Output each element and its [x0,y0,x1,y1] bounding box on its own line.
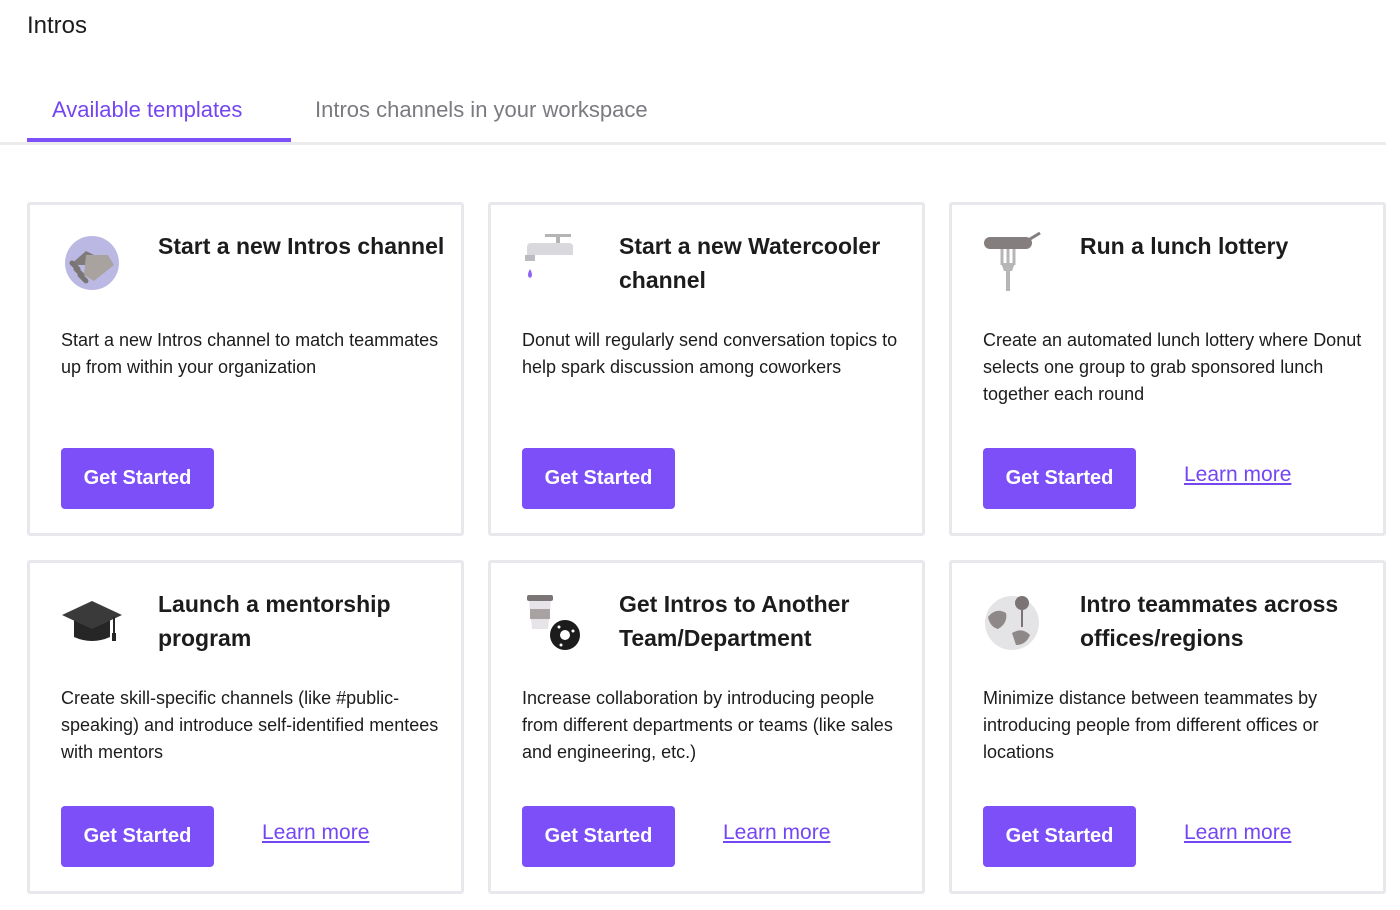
tab-available-templates[interactable]: Available templates [27,88,291,142]
tab-intros-channels[interactable]: Intros channels in your workspace [315,88,648,142]
learn-more-link[interactable]: Learn more [262,821,369,845]
coffee-donut-icon [521,589,585,653]
card-title: Intro teammates across offices/regions [1080,591,1339,651]
page-title: Intros [27,12,88,39]
graduation-cap-icon [60,589,124,653]
get-started-button[interactable]: Get Started [983,448,1136,509]
template-card-another-team: Get Intros to Another Team/Department In… [488,560,925,894]
handshake-icon [60,231,124,295]
card-title: Get Intros to Another Team/Department [619,591,850,651]
get-started-button[interactable]: Get Started [61,806,214,867]
card-description: Create an automated lunch lottery where … [983,330,1362,404]
globe-pin-icon [982,589,1046,653]
learn-more-link[interactable]: Learn more [1184,463,1291,487]
card-title: Run a lunch lottery [1080,233,1289,259]
template-card-intros-channel: Start a new Intros channel Start a new I… [27,202,464,536]
get-started-button[interactable]: Get Started [61,448,214,509]
card-description: Start a new Intros channel to match team… [61,330,439,377]
fork-icon [982,231,1046,295]
card-title: Start a new Watercooler channel [619,233,881,293]
card-title: Launch a mentorship program [158,591,391,651]
card-description: Create skill-specific channels (like #pu… [61,688,439,762]
template-card-watercooler: Start a new Watercooler channel Donut wi… [488,202,925,536]
template-card-lunch-lottery: Run a lunch lottery Create an automated … [949,202,1386,536]
card-title: Start a new Intros channel [158,233,445,259]
template-card-mentorship: Launch a mentorship program Create skill… [27,560,464,894]
faucet-icon [521,231,585,295]
template-card-offices: Intro teammates across offices/regions M… [949,560,1386,894]
get-started-button[interactable]: Get Started [522,806,675,867]
template-grid: Start a new Intros channel Start a new I… [27,202,1387,894]
tab-bar: Available templates Intros channels in y… [0,88,1386,145]
get-started-button[interactable]: Get Started [522,448,675,509]
get-started-button[interactable]: Get Started [983,806,1136,867]
card-description: Minimize distance between teammates by i… [983,688,1319,762]
learn-more-link[interactable]: Learn more [723,821,830,845]
card-description: Donut will regularly send conversation t… [522,330,898,377]
card-description: Increase collaboration by introducing pe… [522,688,893,762]
learn-more-link[interactable]: Learn more [1184,821,1291,845]
